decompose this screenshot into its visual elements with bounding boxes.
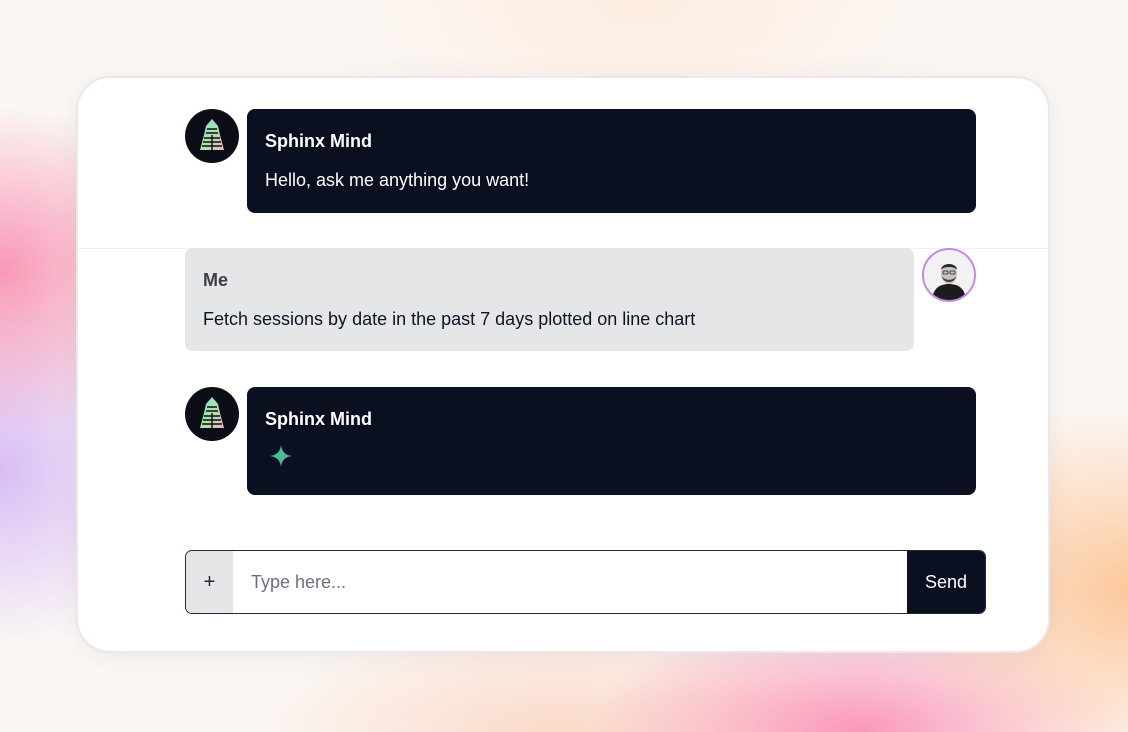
bot-avatar [185, 387, 239, 441]
bot-message-bubble: Sphinx Mind Hello, ask me anything you w… [247, 109, 976, 213]
user-photo-icon [924, 250, 974, 300]
message-composer: + Send [185, 550, 986, 614]
bot-message-bubble: Sphinx Mind [247, 387, 976, 495]
chat-window: Sphinx Mind Hello, ask me anything you w… [76, 76, 1050, 653]
sparkle-icon [270, 445, 292, 467]
sphinx-logo-icon [200, 397, 224, 428]
message-text: Fetch sessions by date in the past 7 day… [203, 309, 696, 329]
message-input[interactable] [233, 551, 907, 613]
sphinx-logo-icon [200, 119, 224, 150]
message-sender: Sphinx Mind [265, 131, 372, 151]
send-button[interactable]: Send [907, 551, 985, 613]
message-sender: Sphinx Mind [265, 409, 372, 429]
message-text: Hello, ask me anything you want! [265, 170, 530, 190]
user-avatar [922, 248, 976, 302]
user-message-bubble: Me Fetch sessions by date in the past 7 … [185, 248, 914, 351]
attach-button[interactable]: + [186, 551, 233, 613]
message-sender: Me [203, 270, 229, 290]
bot-avatar [185, 109, 239, 163]
